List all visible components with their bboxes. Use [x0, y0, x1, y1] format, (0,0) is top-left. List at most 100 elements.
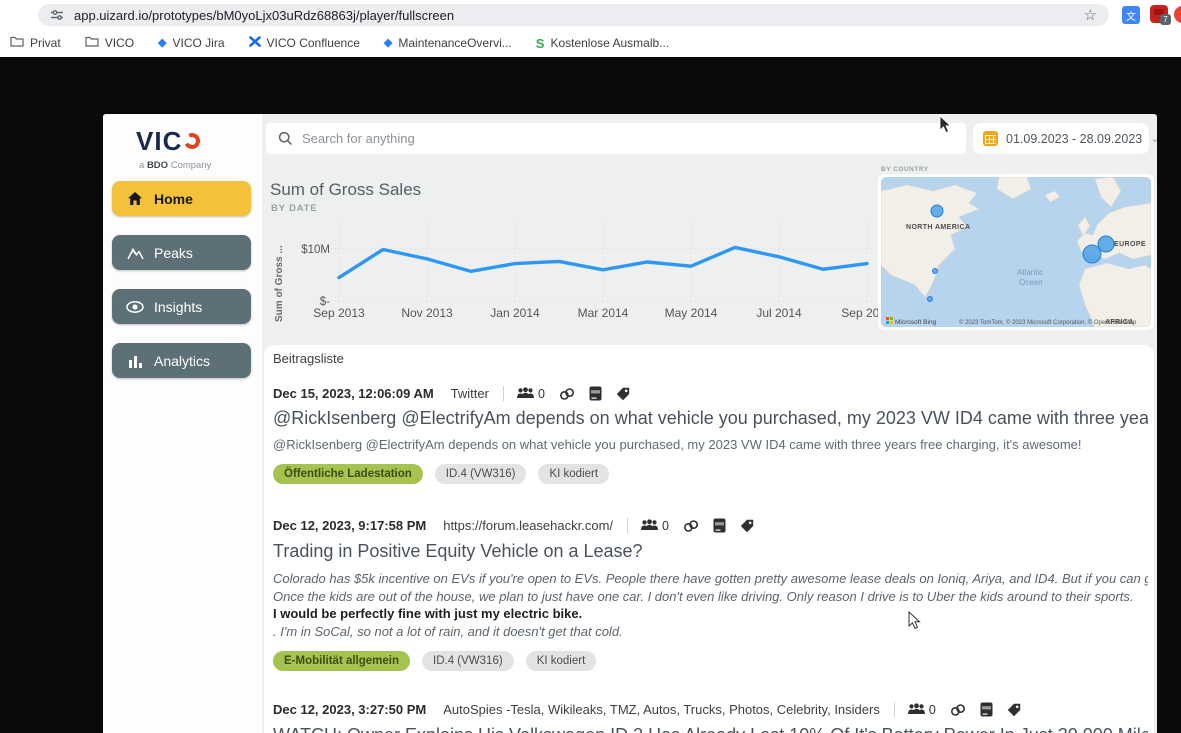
sales-chart-plot: $-$10MSep 2013Nov 2013Jan 2014Mar 2014Ma… — [268, 216, 878, 328]
link-icon[interactable] — [683, 519, 699, 533]
home-icon — [126, 191, 144, 206]
map-caption: BY COUNTRY — [881, 166, 929, 173]
url-text[interactable]: app.uizard.io/prototypes/bM0yoLjx03uRdz6… — [74, 8, 454, 23]
chart-subtitle: BY DATE — [271, 203, 317, 214]
link-icon[interactable] — [559, 387, 575, 401]
map-marker[interactable] — [928, 297, 933, 302]
bookmark-label: Privat — [30, 36, 61, 50]
audience-count: 0 — [929, 703, 936, 717]
page-background: VIC a BDO Company Home Peaks Insights — [0, 57, 1181, 733]
translate-icon[interactable]: 文 — [1122, 6, 1140, 24]
bookmark-maintenance[interactable]: ◆ MaintenanceOvervi... — [384, 36, 512, 50]
post-body-line: @RickIsenberg @ElectrifyAm depends on wh… — [273, 436, 1148, 454]
tag-pill[interactable]: KI kodiert — [538, 464, 609, 484]
posts-heading: Beitragsliste — [273, 351, 1144, 366]
world-map[interactable]: NORTH AMERICA EUROPE AFRICA Atlantic Oce… — [881, 177, 1151, 327]
diamond-icon: ◆ — [384, 38, 392, 49]
post-date: Dec 12, 2023, 3:27:50 PM — [273, 702, 426, 717]
post-source: Twitter — [451, 386, 489, 401]
search-input[interactable] — [302, 131, 966, 146]
map-marker[interactable] — [931, 205, 943, 217]
date-range-picker[interactable]: 01.09.2023 - 28.09.2023 ⌄ — [973, 123, 1149, 154]
eye-icon — [126, 301, 144, 313]
map-label-ocean2: Ocean — [1019, 278, 1043, 287]
svg-text:May 2014: May 2014 — [665, 306, 718, 320]
tag-pill[interactable]: ID.4 (VW316) — [422, 651, 514, 671]
bookmark-star-icon[interactable]: ☆ — [1084, 8, 1097, 23]
link-icon[interactable] — [950, 703, 966, 717]
book-icon[interactable] — [713, 518, 726, 533]
tag-icon[interactable] — [1007, 703, 1021, 717]
logo-arc-icon — [182, 131, 202, 151]
tag-icon[interactable] — [740, 519, 754, 533]
folder-icon — [10, 36, 24, 50]
vico-logo: VIC — [136, 128, 200, 154]
post-body-line: Colorado has $5k incentive on EVs if you… — [273, 570, 1148, 588]
post-title[interactable]: WATCH: Owner Explains His Volkswagen ID.… — [273, 725, 1148, 733]
date-range-text: 01.09.2023 - 28.09.2023 — [1006, 132, 1142, 146]
tag-pill[interactable]: ID.4 (VW316) — [435, 464, 527, 484]
divider — [503, 386, 504, 401]
map-marker[interactable] — [1083, 245, 1101, 263]
folder-icon — [85, 36, 99, 50]
sidebar-item-label: Peaks — [154, 245, 193, 261]
bookmark-label: MaintenanceOvervi... — [398, 36, 511, 50]
sidebar-item-label: Insights — [154, 299, 202, 315]
bookmark-label: VICO Confluence — [267, 36, 360, 50]
book-icon[interactable] — [589, 386, 602, 401]
post-meta: Dec 12, 2023, 9:17:58 PM https://forum.l… — [273, 518, 1148, 533]
peaks-icon — [126, 246, 144, 260]
bookmark-vico[interactable]: VICO — [85, 36, 134, 50]
post-meta: Dec 12, 2023, 3:27:50 PM AutoSpies -Tesl… — [273, 702, 1148, 717]
post-body-line: I would be perfectly fine with just my e… — [273, 605, 1148, 623]
post-title[interactable]: Trading in Positive Equity Vehicle on a … — [273, 541, 1148, 562]
divider — [627, 518, 628, 533]
site-settings-icon[interactable] — [50, 8, 64, 22]
post-body-line: . I'm in SoCal, so not a lot of rain, an… — [273, 623, 1148, 641]
map-marker[interactable] — [1098, 236, 1114, 252]
post-item[interactable]: Dec 12, 2023, 9:17:58 PM https://forum.l… — [273, 518, 1148, 671]
post-tags: Öffentliche Ladestation ID.4 (VW316) KI … — [273, 464, 1148, 484]
map-label-europe: EUROPE — [1114, 241, 1146, 248]
post-item[interactable]: Dec 15, 2023, 12:06:09 AM Twitter 0 @Ric… — [273, 386, 1148, 484]
map-label-north-america: NORTH AMERICA — [906, 224, 970, 231]
map-card[interactable]: NORTH AMERICA EUROPE AFRICA Atlantic Oce… — [878, 174, 1154, 330]
sidebar-item-home[interactable]: Home — [112, 181, 251, 216]
tag-pill[interactable]: E-Mobilität allgemein — [273, 651, 410, 671]
sidebar-item-peaks[interactable]: Peaks — [112, 235, 251, 270]
audience-icon[interactable]: 0 — [907, 703, 936, 717]
book-icon[interactable] — [980, 702, 993, 717]
address-bar[interactable]: app.uizard.io/prototypes/bM0yoLjx03uRdz6… — [38, 4, 1109, 26]
post-title[interactable]: @RickIsenberg @ElectrifyAm depends on wh… — [273, 408, 1148, 429]
audience-icon[interactable]: 0 — [516, 387, 545, 401]
audience-count: 0 — [662, 519, 669, 533]
post-tags: E-Mobilität allgemein ID.4 (VW316) KI ko… — [273, 651, 1148, 671]
sidebar-item-label: Analytics — [154, 353, 210, 369]
post-source: AutoSpies -Tesla, Wikileaks, TMZ, Autos,… — [443, 702, 880, 717]
profile-avatar[interactable] — [1174, 6, 1181, 23]
posts-card: Beitragsliste Dec 15, 2023, 12:06:09 AM … — [264, 345, 1154, 733]
audience-icon[interactable]: 0 — [640, 519, 669, 533]
bookmark-vico-confluence[interactable]: VICO Confluence — [249, 36, 360, 50]
tag-pill[interactable]: KI kodiert — [526, 651, 597, 671]
bookmark-vico-jira[interactable]: ◆ VICO Jira — [158, 36, 224, 50]
svg-text:Mar 2014: Mar 2014 — [578, 306, 629, 320]
tag-pill[interactable]: Öffentliche Ladestation — [273, 464, 423, 484]
search-icon — [278, 131, 293, 146]
divider — [894, 702, 895, 717]
audience-count: 0 — [538, 387, 545, 401]
bookmark-kostenlose[interactable]: S Kostenlose Ausmalb... — [536, 36, 669, 50]
s-logo-icon: S — [536, 37, 545, 50]
map-marker[interactable] — [933, 269, 938, 274]
sidebar-item-analytics[interactable]: Analytics — [112, 343, 251, 378]
bar-chart-icon — [126, 354, 144, 368]
svg-text:Jan 2014: Jan 2014 — [490, 306, 540, 320]
post-item[interactable]: Dec 12, 2023, 3:27:50 PM AutoSpies -Tesl… — [273, 702, 1148, 733]
chart-title: Sum of Gross Sales — [270, 180, 421, 200]
sidebar-item-insights[interactable]: Insights — [112, 289, 251, 324]
svg-text:Sep 2014: Sep 2014 — [841, 306, 878, 320]
tag-icon[interactable] — [616, 387, 630, 401]
svg-text:Nov 2013: Nov 2013 — [401, 306, 453, 320]
bookmark-privat[interactable]: Privat — [10, 36, 61, 50]
bookmark-label: VICO — [105, 36, 134, 50]
